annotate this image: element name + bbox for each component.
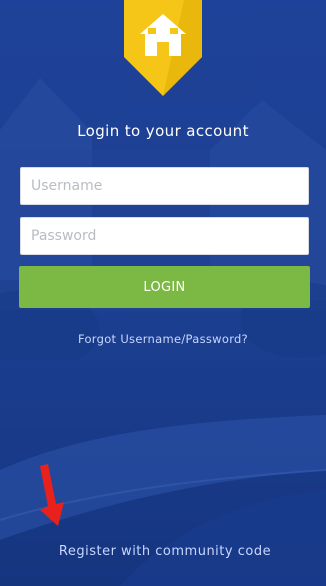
page-title: Login to your account bbox=[77, 122, 249, 140]
app-logo-badge bbox=[124, 0, 202, 96]
login-screen: Login to your account LOGIN Forgot Usern… bbox=[0, 0, 326, 586]
forgot-credentials-link[interactable]: Forgot Username/Password? bbox=[0, 332, 326, 346]
red-arrow-icon bbox=[40, 464, 64, 526]
password-field[interactable] bbox=[20, 217, 309, 255]
register-community-code-link[interactable]: Register with community code bbox=[0, 544, 326, 559]
login-button[interactable]: LOGIN bbox=[19, 266, 310, 308]
username-field[interactable] bbox=[20, 167, 309, 205]
